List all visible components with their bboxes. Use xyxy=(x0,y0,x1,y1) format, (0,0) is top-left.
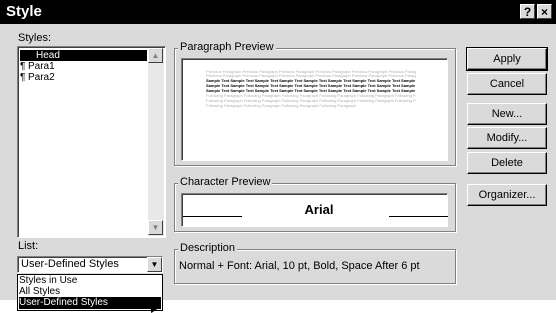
list-dropdown[interactable]: User-Defined Styles ▼ xyxy=(17,256,163,273)
font-sample: Arial xyxy=(304,202,334,217)
help-icon[interactable]: ? xyxy=(520,4,535,19)
paragraph-marker: ¶ xyxy=(20,72,26,83)
sample-text: Sample Text Sample Text Sample Text Samp… xyxy=(206,79,416,83)
following-paragraph-sample: Following Paragraph Following Paragraph … xyxy=(206,104,356,108)
window-title: Style xyxy=(6,3,42,20)
character-preview-box: Arial xyxy=(181,193,448,227)
title-bar: Style ? × xyxy=(0,0,556,24)
style-name: Para1 xyxy=(28,61,55,72)
styles-label: Styles: xyxy=(18,32,52,44)
dropdown-option[interactable]: Styles in Use xyxy=(19,275,161,286)
chevron-down-icon[interactable]: ▼ xyxy=(147,257,162,272)
style-name: Para2 xyxy=(28,72,55,83)
organizer-button[interactable]: Organizer... xyxy=(467,184,547,206)
list-item[interactable]: Head xyxy=(20,50,147,61)
following-paragraph-sample: Following Paragraph Following Paragraph … xyxy=(206,99,416,103)
apply-button[interactable]: Apply xyxy=(466,47,548,71)
baseline-right xyxy=(389,216,448,217)
paragraph-preview-label: Paragraph Preview xyxy=(178,41,276,53)
paragraph-marker: ¶ xyxy=(20,61,26,72)
new-button[interactable]: New... xyxy=(467,103,547,125)
dropdown-option[interactable]: All Styles xyxy=(19,286,161,297)
delete-button[interactable]: Delete xyxy=(467,152,547,174)
following-paragraph-sample: Following Paragraph Following Paragraph … xyxy=(206,94,416,98)
styles-listbox[interactable]: Head ¶ Para1 ¶ Para2 ▲ ▼ xyxy=(17,46,166,238)
scroll-up-icon[interactable]: ▲ xyxy=(148,48,163,63)
cancel-button[interactable]: Cancel xyxy=(467,73,547,95)
list-dropdown-menu: Styles in Use All Styles User-Defined St… xyxy=(17,274,163,311)
sample-text: Sample Text Sample Text Sample Text Samp… xyxy=(206,84,416,88)
character-preview-group: Arial xyxy=(174,183,456,232)
description-text: Normal + Font: Arial, 10 pt, Bold, Space… xyxy=(179,260,420,272)
paragraph-preview-group: Previous Paragraph Previous Paragraph Pr… xyxy=(174,48,456,166)
list-item[interactable]: ¶ Para1 xyxy=(20,61,147,72)
list-selected-value: User-Defined Styles xyxy=(21,258,119,270)
modify-button[interactable]: Modify... xyxy=(467,127,547,149)
description-group: Normal + Font: Arial, 10 pt, Bold, Space… xyxy=(174,249,456,284)
list-item[interactable]: ¶ Para2 xyxy=(20,72,147,83)
sample-text: Sample Text Sample Text Sample Text Samp… xyxy=(206,89,416,93)
previous-paragraph-sample: Previous Paragraph Previous Paragraph Pr… xyxy=(206,74,416,78)
paragraph-preview-box: Previous Paragraph Previous Paragraph Pr… xyxy=(181,58,448,161)
close-icon[interactable]: × xyxy=(537,4,552,19)
baseline-left xyxy=(183,216,242,217)
description-label: Description xyxy=(178,242,238,254)
character-preview-label: Character Preview xyxy=(178,176,273,188)
styles-scrollbar[interactable]: ▲ ▼ xyxy=(148,48,164,236)
dropdown-option[interactable]: User-Defined Styles xyxy=(19,297,161,309)
list-label: List: xyxy=(18,240,39,252)
scroll-down-icon[interactable]: ▼ xyxy=(148,220,163,235)
style-name: Head xyxy=(36,50,60,61)
